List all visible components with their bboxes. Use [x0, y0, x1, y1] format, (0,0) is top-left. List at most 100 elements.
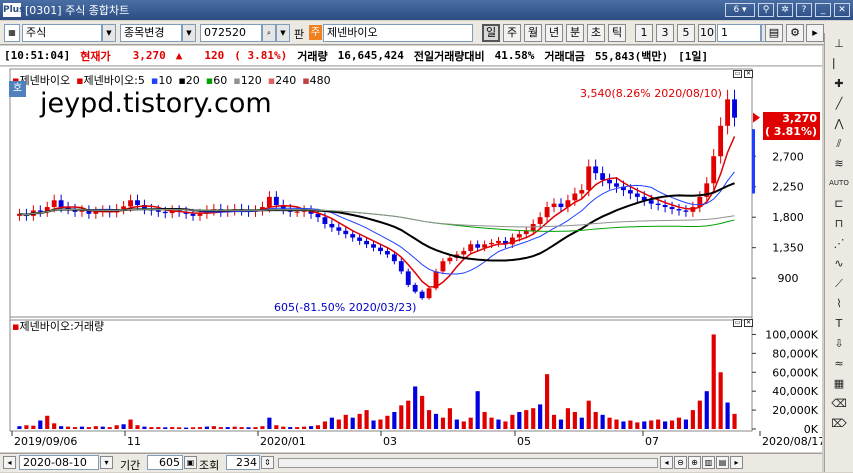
chart-area[interactable]: 2,700 2,250 1,800 1,350 900 100,000K 80,000K 60…	[0, 67, 825, 452]
interval-button-3[interactable]: 3	[656, 24, 674, 42]
period-icon[interactable]: ⊓	[828, 215, 850, 232]
candle-body	[135, 200, 140, 206]
candle-body	[662, 205, 668, 208]
period-button-분[interactable]: 분	[566, 24, 584, 42]
zoom-in-icon[interactable]: ⊕	[688, 456, 701, 469]
interval-input[interactable]: 1	[717, 24, 761, 42]
display-icon[interactable]: ▤	[716, 456, 729, 469]
volume-bar	[690, 410, 695, 429]
volume-bar	[586, 400, 591, 429]
interval-button-1[interactable]: 1	[635, 24, 653, 42]
volume-bar	[399, 405, 404, 429]
x-tick-label: 05	[517, 435, 531, 448]
trend-icon[interactable]: ⟋	[828, 275, 850, 292]
chevron-down-icon[interactable]: ▼	[102, 24, 116, 42]
legend-item[interactable]: ▪10	[151, 74, 175, 87]
volume-bar	[357, 413, 362, 429]
gear-icon[interactable]: ⚙	[786, 24, 804, 42]
legend-item[interactable]: ▪240	[268, 74, 299, 87]
scroll-left-icon[interactable]: ◂	[3, 456, 16, 469]
close-button[interactable]: ✕	[834, 3, 850, 17]
period-button-월[interactable]: 월	[524, 24, 542, 42]
candle-body	[572, 193, 578, 201]
eraser-icon[interactable]: ⌦	[828, 415, 850, 432]
interval-button-10[interactable]: 10	[698, 24, 716, 42]
cycle-icon[interactable]: ∿	[828, 255, 850, 272]
candle-body	[391, 254, 397, 262]
legend-item[interactable]: ▪20	[178, 74, 202, 87]
settings-icon[interactable]: ✲	[777, 3, 793, 17]
period-count-input[interactable]: 605	[147, 455, 183, 470]
period-button-틱[interactable]: 틱	[608, 24, 626, 42]
candle-body	[273, 196, 279, 206]
candle-body	[468, 244, 474, 252]
price-panel-close-icon[interactable]: ✕	[744, 70, 753, 78]
zoom-out-icon[interactable]: ⊖	[674, 456, 687, 469]
volume-bar	[225, 427, 230, 429]
volume-panel-close-icon[interactable]: ✕	[744, 319, 753, 327]
menu-icon[interactable]: ▦	[4, 24, 20, 42]
help-icon[interactable]: ?	[796, 3, 812, 17]
calendar-icon[interactable]: ▾	[100, 456, 113, 469]
layout-icon[interactable]: ▦	[828, 375, 850, 392]
auto-icon[interactable]: AUTO	[828, 175, 850, 192]
pin-icon[interactable]: ⚲	[758, 3, 774, 17]
chevron-down-icon[interactable]: ▼	[276, 24, 290, 42]
search-icon[interactable]: ⌕	[262, 24, 276, 42]
volume-bar	[531, 408, 536, 429]
stock-code-input[interactable]: 072520	[200, 24, 262, 42]
wave-tool-icon[interactable]: ≈	[828, 355, 850, 372]
interval-button-5[interactable]: 5	[677, 24, 695, 42]
chevron-left-icon[interactable]: ◂	[660, 456, 673, 469]
change-stock-button[interactable]: 종목변경	[120, 24, 182, 42]
scroll-right-icon[interactable]: ▸	[806, 24, 824, 42]
cursor-icon[interactable]: ⊥	[828, 35, 850, 52]
market-select[interactable]: 주식	[22, 24, 102, 42]
legend-item[interactable]: ▪60	[206, 74, 230, 87]
candle-body	[544, 207, 550, 218]
volume-panel-minimize-icon[interactable]: ▭	[733, 319, 742, 327]
candle-body	[440, 261, 446, 272]
legend-item[interactable]: ▪제넨바이오:5	[76, 74, 148, 87]
price-panel-minimize-icon[interactable]: ▭	[733, 70, 742, 78]
text-tool-icon[interactable]: T	[828, 315, 850, 332]
start-date-input[interactable]: 2020-08-10	[19, 455, 99, 470]
fan-tool-icon[interactable]: ⋀	[828, 115, 850, 132]
legend-item[interactable]: ▪120	[233, 74, 264, 87]
calendar-icon[interactable]: ▣	[184, 456, 197, 469]
screen-number-button[interactable]: 6 ▾	[725, 3, 755, 17]
chevron-right-icon[interactable]: ▸	[730, 456, 743, 469]
candle-body	[384, 251, 390, 255]
period-button-년[interactable]: 년	[545, 24, 563, 42]
volume-bar	[246, 427, 251, 429]
lookup-label: 조회	[199, 459, 220, 472]
ho-badge[interactable]: 호	[9, 81, 26, 97]
chevron-down-icon[interactable]: ▼	[182, 24, 196, 42]
legend-item[interactable]: ▪480	[302, 74, 333, 87]
period-button-초[interactable]: 초	[587, 24, 605, 42]
period-button-일[interactable]: 일	[482, 24, 500, 42]
period-button-주[interactable]: 주	[503, 24, 521, 42]
zigzag-icon[interactable]: ⌇	[828, 295, 850, 312]
candle-body	[426, 288, 432, 299]
volume-bar	[572, 411, 577, 429]
stepper-icon[interactable]: ⇕	[261, 456, 274, 469]
arrow-down-tool-icon[interactable]: ⇩	[828, 335, 850, 352]
lookup-count-input[interactable]: 234	[226, 455, 260, 470]
candle-type-icon[interactable]: ▥	[702, 456, 715, 469]
line-tool-icon[interactable]: ╱	[828, 95, 850, 112]
delete-tool-icon[interactable]: ⌫	[828, 395, 850, 412]
candle-body	[371, 244, 376, 248]
low-annotation: 605(-81.50% 2020/03/23)	[274, 301, 417, 314]
gann-icon[interactable]: ⋰	[828, 235, 850, 252]
channel-tool-icon[interactable]: ⫽	[828, 135, 850, 152]
measure-icon[interactable]: ⊏	[828, 195, 850, 212]
fibonacci-icon[interactable]: ≋	[828, 155, 850, 172]
grid-icon[interactable]: ▤	[765, 24, 783, 42]
candle-body	[58, 200, 64, 208]
minimize-button[interactable]: _	[815, 3, 831, 17]
vertical-line-icon[interactable]: ⎸	[828, 55, 850, 72]
horizontal-scrollbar[interactable]	[278, 458, 658, 468]
volume-bar	[218, 427, 223, 429]
crosshair-icon[interactable]: ✚	[828, 75, 850, 92]
